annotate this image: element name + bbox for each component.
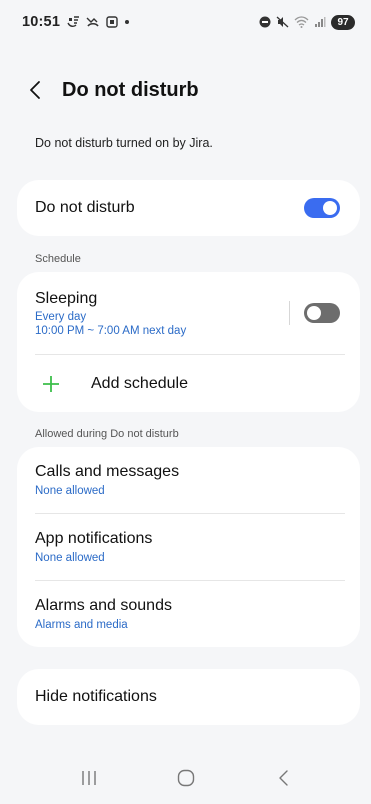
allowed-item-sub: None allowed	[35, 485, 105, 497]
allowed-item-title: Alarms and sounds	[35, 597, 172, 614]
home-icon	[177, 769, 194, 787]
dnd-row[interactable]: Do not disturb	[17, 180, 360, 236]
dnd-label: Do not disturb	[35, 199, 135, 216]
navigation-bar	[0, 752, 371, 804]
status-left: 10:51	[22, 14, 130, 30]
schedule-item-time: 10:00 PM ~ 7:00 AM next day	[35, 324, 187, 337]
signal-icon	[314, 16, 326, 28]
allowed-item-text: Calls and messages None allowed	[35, 463, 179, 497]
back-button[interactable]	[22, 74, 48, 106]
dnd-card: Do not disturb	[17, 180, 360, 236]
allowed-item-app-notifications[interactable]: App notifications None allowed	[17, 514, 360, 580]
dnd-status-icon	[259, 16, 271, 28]
recents-icon	[81, 771, 96, 785]
allowed-item-sub: None allowed	[35, 552, 105, 564]
allowed-item-text: Alarms and sounds Alarms and media	[35, 597, 172, 631]
allowed-item-sub: Alarms and media	[35, 619, 128, 631]
sleeping-toggle[interactable]	[304, 303, 340, 323]
status-right: 97	[259, 14, 355, 30]
allowed-item-title: App notifications	[35, 530, 153, 547]
dnd-toggle[interactable]	[304, 198, 340, 218]
missed-call-icon	[86, 16, 100, 28]
status-time: 10:51	[22, 14, 61, 30]
screenshot-icon	[106, 16, 118, 28]
back-nav-button[interactable]	[263, 758, 303, 798]
schedule-section-label: Schedule	[35, 253, 81, 265]
schedule-card: Sleeping Every day 10:00 PM ~ 7:00 AM ne…	[17, 272, 360, 412]
back-nav-icon	[278, 770, 288, 786]
schedule-item-sleeping[interactable]: Sleeping Every day 10:00 PM ~ 7:00 AM ne…	[17, 272, 360, 354]
home-button[interactable]	[166, 758, 206, 798]
allowed-card: Calls and messages None allowed App noti…	[17, 447, 360, 647]
allowed-item-calls[interactable]: Calls and messages None allowed	[17, 447, 360, 513]
chevron-left-icon	[30, 81, 40, 99]
mute-icon	[276, 16, 289, 28]
allowed-section-label: Allowed during Do not disturb	[35, 428, 179, 440]
hide-notifications-card: Hide notifications	[17, 669, 360, 725]
hide-notifications-label: Hide notifications	[35, 688, 157, 705]
info-text: Do not disturb turned on by Jira.	[35, 136, 213, 150]
allowed-item-title: Calls and messages	[35, 463, 180, 480]
battery-icon: 97	[331, 14, 355, 30]
schedule-item-days: Every day	[35, 310, 87, 323]
recents-button[interactable]	[69, 758, 109, 798]
status-bar: 10:51 97	[0, 0, 371, 44]
allowed-item-text: App notifications None allowed	[35, 530, 152, 564]
add-schedule-label: Add schedule	[91, 374, 188, 392]
toggle-knob	[323, 201, 337, 215]
wifi-icon	[294, 16, 309, 28]
hide-notifications-row[interactable]: Hide notifications	[17, 669, 360, 725]
toggle-knob	[307, 306, 321, 320]
schedule-item-title: Sleeping	[35, 289, 98, 307]
page-title: Do not disturb	[62, 78, 199, 101]
dot-icon	[124, 19, 130, 25]
header: Do not disturb	[22, 72, 349, 108]
allowed-item-alarms[interactable]: Alarms and sounds Alarms and media	[17, 581, 360, 647]
schedule-item-text: Sleeping Every day 10:00 PM ~ 7:00 AM ne…	[35, 290, 186, 337]
plus-icon	[41, 374, 61, 394]
add-schedule-button[interactable]: Add schedule	[17, 355, 360, 412]
wifi-calling-icon	[66, 16, 80, 28]
vertical-divider	[289, 301, 290, 325]
